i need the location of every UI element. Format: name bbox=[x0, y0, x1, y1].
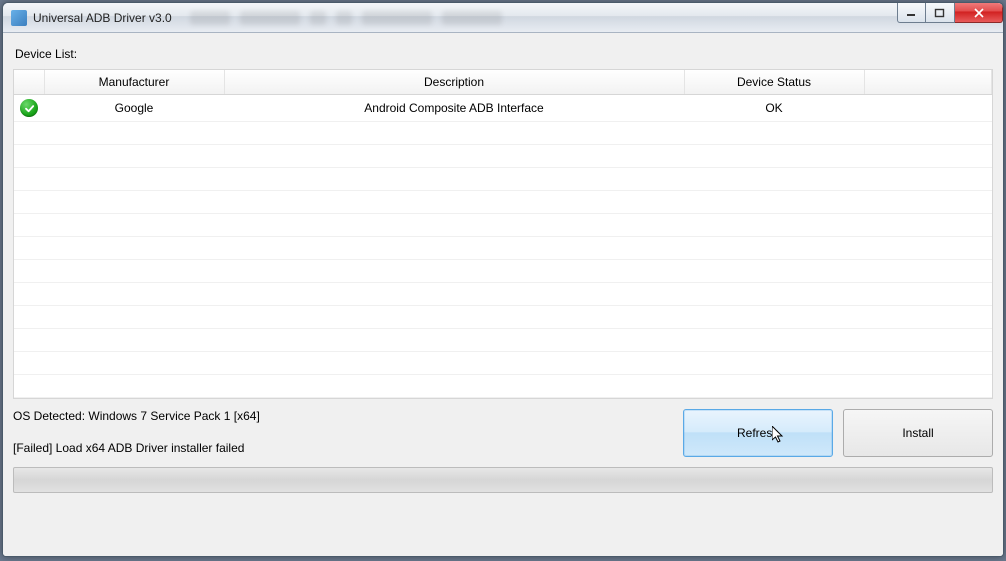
header-device-status[interactable]: Device Status bbox=[684, 70, 864, 95]
status-message: [Failed] Load x64 ADB Driver installer f… bbox=[13, 441, 673, 455]
table-row: . bbox=[14, 191, 992, 214]
app-window: Universal ADB Driver v3.0 Device List: bbox=[2, 2, 1004, 557]
cell-description: Android Composite ADB Interface bbox=[224, 95, 684, 122]
cell-device-status: OK bbox=[684, 95, 864, 122]
content-area: Device List: Manufacturer Description De… bbox=[3, 33, 1003, 556]
device-table-container: Manufacturer Description Device Status bbox=[13, 69, 993, 399]
progress-bar bbox=[13, 467, 993, 493]
close-icon bbox=[973, 8, 985, 18]
table-row: . bbox=[14, 145, 992, 168]
minimize-button[interactable] bbox=[897, 3, 926, 23]
header-spacer[interactable] bbox=[864, 70, 992, 95]
table-row: . bbox=[14, 237, 992, 260]
table-body: Google Android Composite ADB Interface O… bbox=[14, 95, 992, 398]
window-controls bbox=[897, 3, 1003, 23]
checkmark-icon bbox=[20, 99, 38, 117]
info-column: OS Detected: Windows 7 Service Pack 1 [x… bbox=[13, 409, 673, 457]
device-table: Manufacturer Description Device Status bbox=[14, 70, 992, 398]
table-row: . bbox=[14, 168, 992, 191]
close-button[interactable] bbox=[955, 3, 1003, 23]
header-status-icon[interactable] bbox=[14, 70, 44, 95]
table-row: . bbox=[14, 306, 992, 329]
window-title: Universal ADB Driver v3.0 bbox=[33, 11, 172, 25]
os-detected-label: OS Detected: Windows 7 Service Pack 1 [x… bbox=[13, 409, 673, 423]
table-row[interactable]: Google Android Composite ADB Interface O… bbox=[14, 95, 992, 122]
app-icon bbox=[11, 10, 27, 26]
background-blur bbox=[190, 11, 502, 25]
header-description[interactable]: Description bbox=[224, 70, 684, 95]
maximize-icon bbox=[934, 8, 946, 18]
table-row: . bbox=[14, 283, 992, 306]
table-row: . bbox=[14, 329, 992, 352]
cell-manufacturer: Google bbox=[44, 95, 224, 122]
device-list-label: Device List: bbox=[15, 47, 993, 61]
cell-spacer bbox=[864, 95, 992, 122]
table-row: . bbox=[14, 352, 992, 375]
bottom-panel: OS Detected: Windows 7 Service Pack 1 [x… bbox=[13, 409, 993, 457]
table-row: . bbox=[14, 260, 992, 283]
cell-status-icon bbox=[14, 95, 44, 122]
table-header-row: Manufacturer Description Device Status bbox=[14, 70, 992, 95]
titlebar[interactable]: Universal ADB Driver v3.0 bbox=[3, 3, 1003, 33]
maximize-button[interactable] bbox=[926, 3, 955, 23]
refresh-button[interactable]: Refresh bbox=[683, 409, 833, 457]
table-row: . bbox=[14, 214, 992, 237]
refresh-button-label: Refresh bbox=[737, 426, 779, 440]
table-row: . bbox=[14, 375, 992, 398]
header-manufacturer[interactable]: Manufacturer bbox=[44, 70, 224, 95]
minimize-icon bbox=[906, 8, 918, 18]
install-button-label: Install bbox=[902, 426, 933, 440]
table-row: . bbox=[14, 122, 992, 145]
install-button[interactable]: Install bbox=[843, 409, 993, 457]
